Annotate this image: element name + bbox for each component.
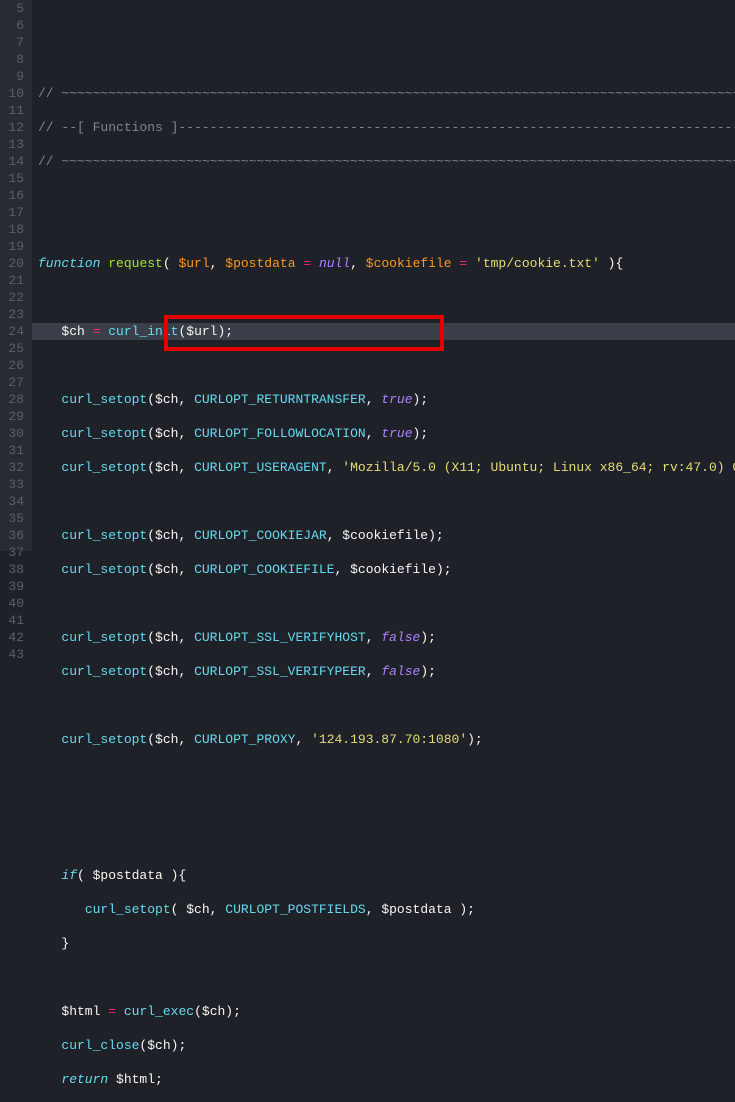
arg: $ch bbox=[155, 392, 178, 407]
function-call: curl_setopt bbox=[61, 528, 147, 543]
arg: $ch bbox=[155, 460, 178, 475]
code-line bbox=[38, 969, 735, 986]
arg: $ch bbox=[186, 902, 209, 917]
code-line bbox=[38, 493, 735, 510]
variable: $ch bbox=[61, 324, 84, 339]
arg: $ch bbox=[155, 528, 178, 543]
bool: true bbox=[381, 426, 412, 441]
string: 'Mozilla/5.0 (X11; Ubuntu; Linux x86_64;… bbox=[342, 460, 735, 475]
function-call: curl_setopt bbox=[61, 732, 147, 747]
default-value: 'tmp/cookie.txt' bbox=[475, 256, 600, 271]
constant: CURLOPT_USERAGENT bbox=[194, 460, 327, 475]
code-line bbox=[38, 289, 735, 306]
arg: $ch bbox=[155, 732, 178, 747]
code-line: function request( $url, $postdata = null… bbox=[38, 255, 735, 272]
param: $url bbox=[178, 256, 209, 271]
param: $postdata bbox=[225, 256, 295, 271]
function-call: curl_exec bbox=[124, 1004, 194, 1019]
arg: $cookiefile bbox=[350, 562, 436, 577]
function-call: curl_setopt bbox=[61, 460, 147, 475]
code-line: curl_setopt($ch, CURLOPT_COOKIEFILE, $co… bbox=[38, 561, 735, 578]
code-line bbox=[38, 765, 735, 782]
variable: $html bbox=[61, 1004, 100, 1019]
comment-text: // --[ Functions ]----------------------… bbox=[38, 120, 735, 135]
code-line bbox=[38, 357, 735, 374]
variable: $html bbox=[116, 1072, 155, 1087]
function-call: curl_init bbox=[108, 324, 178, 339]
function-call: curl_setopt bbox=[85, 902, 171, 917]
code-line: curl_setopt($ch, CURLOPT_COOKIEJAR, $coo… bbox=[38, 527, 735, 544]
arg: $ch bbox=[147, 1038, 170, 1053]
bool: false bbox=[381, 664, 420, 679]
code-line bbox=[38, 221, 735, 238]
function-call: curl_setopt bbox=[61, 392, 147, 407]
arg: $ch bbox=[202, 1004, 225, 1019]
code-line: // ~~~~~~~~~~~~~~~~~~~~~~~~~~~~~~~~~~~~~… bbox=[38, 153, 735, 170]
code-line: curl_close($ch); bbox=[38, 1037, 735, 1054]
code-line bbox=[38, 187, 735, 204]
arg: $url bbox=[186, 324, 217, 339]
code-line bbox=[38, 799, 735, 816]
arg: $ch bbox=[155, 664, 178, 679]
function-call: curl_setopt bbox=[61, 562, 147, 577]
keyword: return bbox=[61, 1072, 108, 1087]
string: '124.193.87.70:1080' bbox=[311, 732, 467, 747]
variable: $postdata bbox=[93, 868, 163, 883]
code-line: if( $postdata ){ bbox=[38, 867, 735, 884]
param: $cookiefile bbox=[366, 256, 452, 271]
function-name: request bbox=[108, 256, 163, 271]
constant: CURLOPT_SSL_VERIFYHOST bbox=[194, 630, 366, 645]
code-line bbox=[38, 595, 735, 612]
code-line bbox=[38, 833, 735, 850]
arg: $ch bbox=[155, 630, 178, 645]
bool: false bbox=[381, 630, 420, 645]
line-number-gutter: 5678910111213141516171819202122232425262… bbox=[0, 0, 32, 551]
code-line bbox=[38, 697, 735, 714]
default-value: null bbox=[319, 256, 350, 271]
arg: $ch bbox=[155, 562, 178, 577]
comment-text: // ~~~~~~~~~~~~~~~~~~~~~~~~~~~~~~~~~~~~~… bbox=[38, 154, 735, 169]
code-line: curl_setopt($ch, CURLOPT_RETURNTRANSFER,… bbox=[38, 391, 735, 408]
arg: $postdata bbox=[381, 902, 451, 917]
code-line: } bbox=[38, 935, 735, 952]
keyword: function bbox=[38, 256, 100, 271]
code-line: curl_setopt( $ch, CURLOPT_POSTFIELDS, $p… bbox=[38, 901, 735, 918]
constant: CURLOPT_POSTFIELDS bbox=[225, 902, 365, 917]
bool: true bbox=[381, 392, 412, 407]
code-area[interactable]: // ~~~~~~~~~~~~~~~~~~~~~~~~~~~~~~~~~~~~~… bbox=[32, 0, 735, 551]
code-line: // ~~~~~~~~~~~~~~~~~~~~~~~~~~~~~~~~~~~~~… bbox=[38, 85, 735, 102]
code-line: curl_setopt($ch, CURLOPT_FOLLOWLOCATION,… bbox=[38, 425, 735, 442]
code-line: $html = curl_exec($ch); bbox=[38, 1003, 735, 1020]
code-line: curl_setopt($ch, CURLOPT_SSL_VERIFYPEER,… bbox=[38, 663, 735, 680]
constant: CURLOPT_COOKIEJAR bbox=[194, 528, 327, 543]
function-call: curl_setopt bbox=[61, 630, 147, 645]
arg: $cookiefile bbox=[342, 528, 428, 543]
keyword: if bbox=[61, 868, 77, 883]
constant: CURLOPT_COOKIEFILE bbox=[194, 562, 334, 577]
code-line: curl_setopt($ch, CURLOPT_PROXY, '124.193… bbox=[38, 731, 735, 748]
constant: CURLOPT_RETURNTRANSFER bbox=[194, 392, 366, 407]
function-call: curl_setopt bbox=[61, 426, 147, 441]
function-call: curl_close bbox=[61, 1038, 139, 1053]
constant: CURLOPT_SSL_VERIFYPEER bbox=[194, 664, 366, 679]
arg: $ch bbox=[155, 426, 178, 441]
code-line: curl_setopt($ch, CURLOPT_USERAGENT, 'Moz… bbox=[38, 459, 735, 476]
code-line: return $html; bbox=[38, 1071, 735, 1088]
constant: CURLOPT_FOLLOWLOCATION bbox=[194, 426, 366, 441]
code-line: curl_setopt($ch, CURLOPT_SSL_VERIFYHOST,… bbox=[38, 629, 735, 646]
function-call: curl_setopt bbox=[61, 664, 147, 679]
code-editor: 5678910111213141516171819202122232425262… bbox=[0, 0, 735, 551]
constant: CURLOPT_PROXY bbox=[194, 732, 295, 747]
code-line: $ch = curl_init($url); bbox=[38, 323, 735, 340]
comment-text: // ~~~~~~~~~~~~~~~~~~~~~~~~~~~~~~~~~~~~~… bbox=[38, 86, 735, 101]
code-line: // --[ Functions ]----------------------… bbox=[38, 119, 735, 136]
